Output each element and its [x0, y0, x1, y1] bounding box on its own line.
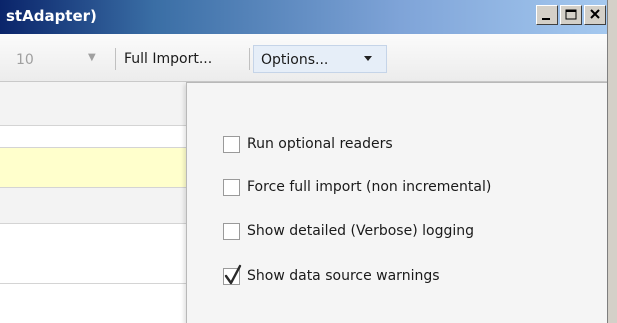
title-bar: stAdapter) — [0, 0, 617, 34]
grid-row[interactable] — [0, 126, 186, 148]
menu-item-run-optional-readers[interactable]: Run optional readers — [223, 133, 583, 159]
menu-item-label: Show data source warnings — [247, 268, 440, 284]
data-grid — [0, 82, 186, 323]
dropdown-caret-icon — [364, 56, 372, 61]
menu-item-force-full-import[interactable]: Force full import (non incremental) — [223, 176, 583, 202]
menu-item-label: Force full import (non incremental) — [247, 179, 492, 195]
checkbox[interactable] — [223, 136, 240, 153]
menu-item-data-source-warnings[interactable]: Show data source warnings — [223, 264, 583, 291]
checkbox[interactable] — [223, 179, 240, 196]
grid-row[interactable] — [0, 82, 186, 126]
options-menu: Run optional readers Force full import (… — [186, 82, 607, 323]
menu-item-label: Show detailed (Verbose) logging — [247, 223, 474, 239]
grid-row[interactable] — [0, 284, 186, 323]
close-button[interactable] — [584, 5, 606, 25]
checkbox-checked[interactable] — [223, 264, 242, 285]
count-value: 10 — [16, 52, 34, 68]
grid-row[interactable] — [0, 188, 186, 224]
toolbar-separator — [249, 48, 250, 70]
window-controls — [536, 5, 606, 25]
window-frame-edge — [607, 0, 617, 323]
minimize-icon — [542, 18, 550, 20]
options-dropdown-button[interactable]: Options... — [253, 45, 387, 73]
grid-row-selected[interactable] — [0, 148, 186, 188]
menu-item-verbose-logging[interactable]: Show detailed (Verbose) logging — [223, 220, 583, 246]
close-icon — [590, 9, 600, 19]
maximize-icon — [565, 9, 577, 20]
maximize-button[interactable] — [560, 5, 582, 25]
minimize-button[interactable] — [536, 5, 558, 25]
full-import-button[interactable]: Full Import... — [124, 51, 212, 67]
count-combobox[interactable]: 10 ▼ — [10, 48, 110, 72]
toolbar: 10 ▼ Full Import... Options... — [0, 34, 607, 82]
toolbar-separator — [115, 48, 116, 70]
grid-row[interactable] — [0, 224, 186, 284]
checkmark-icon — [224, 264, 242, 285]
options-label: Options... — [261, 52, 329, 68]
checkbox[interactable] — [223, 223, 240, 240]
chevron-down-icon: ▼ — [88, 52, 96, 63]
window-title: stAdapter) — [6, 7, 97, 25]
menu-item-label: Run optional readers — [247, 136, 393, 152]
